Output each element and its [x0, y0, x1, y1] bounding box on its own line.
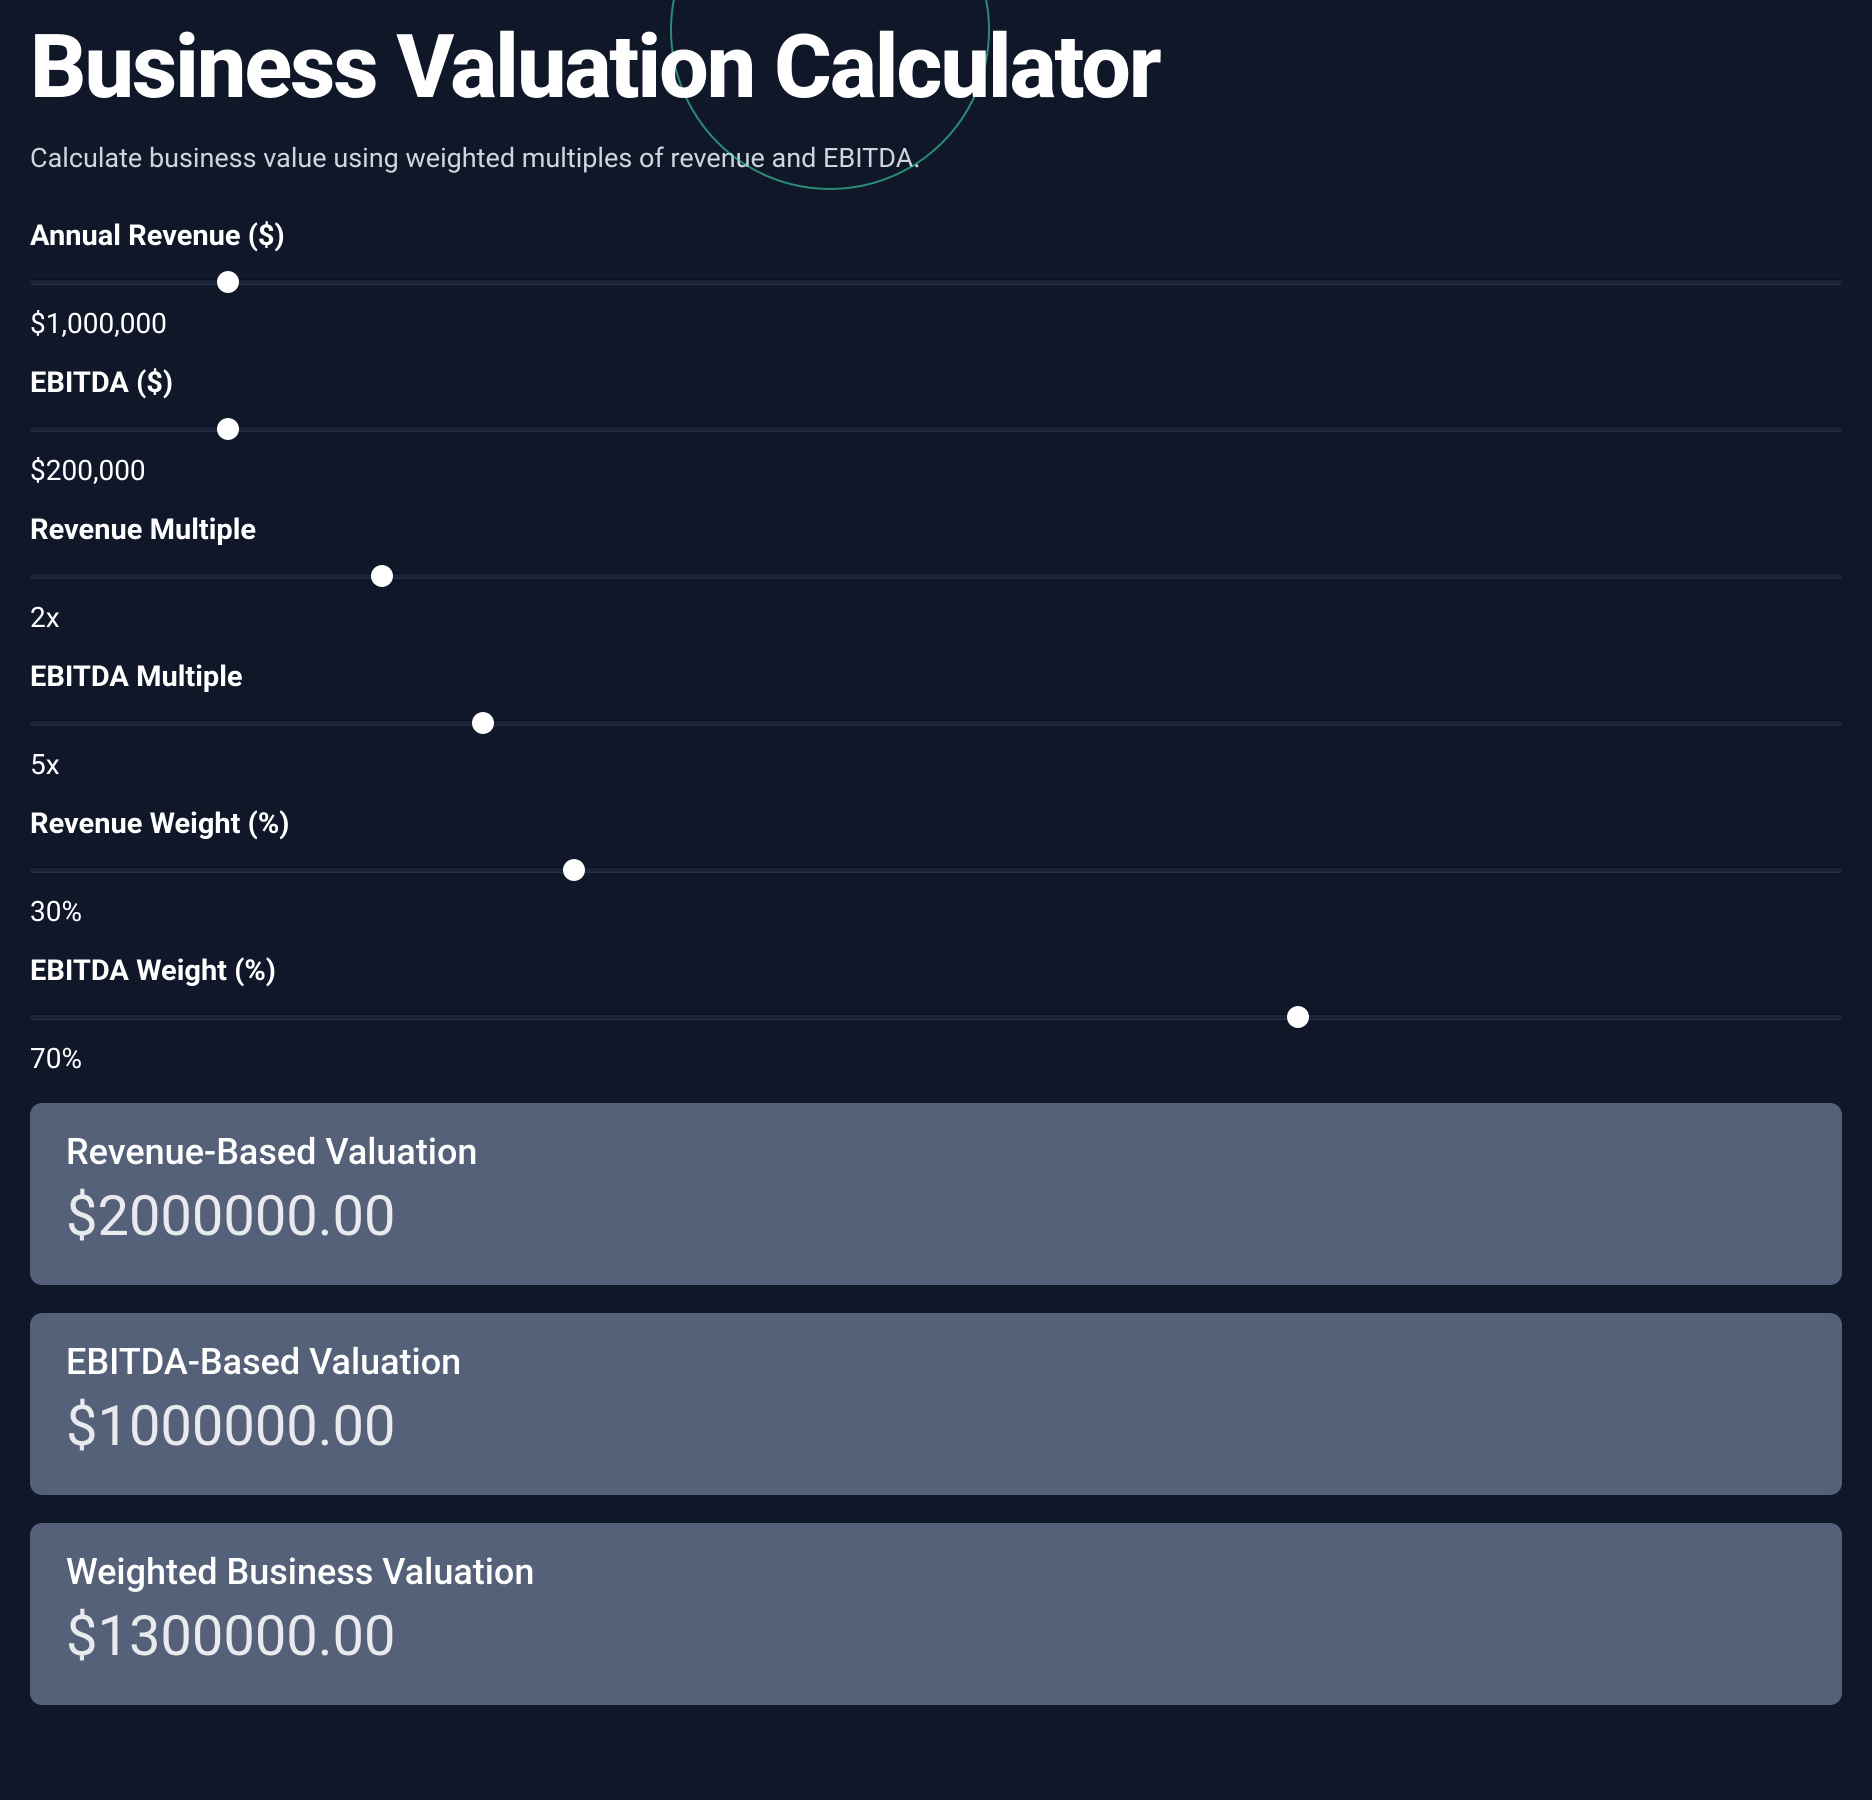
revenue-multiple-label: Revenue Multiple — [30, 513, 1842, 547]
slider-track — [30, 1014, 1842, 1020]
slider-track — [30, 573, 1842, 579]
revenue-multiple-group: Revenue Multiple 2x — [30, 513, 1842, 634]
ebitda-based-valuation-value: $1000000.00 — [66, 1393, 1806, 1459]
revenue-based-valuation-value: $2000000.00 — [66, 1183, 1806, 1249]
slider-track — [30, 426, 1842, 432]
slider-track — [30, 279, 1842, 285]
revenue-weight-value: 30% — [30, 895, 1842, 928]
slider-track — [30, 867, 1842, 873]
revenue-multiple-slider[interactable] — [30, 565, 1842, 587]
ebitda-value: $200,000 — [30, 454, 1842, 487]
revenue-based-valuation-card: Revenue-Based Valuation $2000000.00 — [30, 1103, 1842, 1285]
ebitda-group: EBITDA ($) $200,000 — [30, 366, 1842, 487]
annual-revenue-label: Annual Revenue ($) — [30, 219, 1842, 253]
page-title: Business Valuation Calculator — [30, 20, 1842, 117]
ebitda-slider[interactable] — [30, 418, 1842, 440]
ebitda-label: EBITDA ($) — [30, 366, 1842, 400]
page-description: Calculate business value using weighted … — [30, 142, 1842, 174]
slider-thumb[interactable] — [563, 859, 585, 881]
revenue-weight-slider[interactable] — [30, 859, 1842, 881]
ebitda-weight-group: EBITDA Weight (%) 70% — [30, 954, 1842, 1075]
slider-thumb[interactable] — [217, 418, 239, 440]
revenue-weight-group: Revenue Weight (%) 30% — [30, 807, 1842, 928]
annual-revenue-slider[interactable] — [30, 271, 1842, 293]
ebitda-weight-value: 70% — [30, 1042, 1842, 1075]
revenue-weight-label: Revenue Weight (%) — [30, 807, 1842, 841]
ebitda-weight-label: EBITDA Weight (%) — [30, 954, 1842, 988]
slider-thumb[interactable] — [472, 712, 494, 734]
slider-thumb[interactable] — [371, 565, 393, 587]
annual-revenue-value: $1,000,000 — [30, 307, 1842, 340]
ebitda-multiple-slider[interactable] — [30, 712, 1842, 734]
ebitda-multiple-value: 5x — [30, 748, 1842, 781]
revenue-based-valuation-label: Revenue-Based Valuation — [66, 1131, 1806, 1173]
revenue-multiple-value: 2x — [30, 601, 1842, 634]
slider-thumb[interactable] — [1287, 1006, 1309, 1028]
ebitda-weight-slider[interactable] — [30, 1006, 1842, 1028]
ebitda-multiple-group: EBITDA Multiple 5x — [30, 660, 1842, 781]
weighted-valuation-card: Weighted Business Valuation $1300000.00 — [30, 1523, 1842, 1705]
slider-track — [30, 720, 1842, 726]
ebitda-based-valuation-card: EBITDA-Based Valuation $1000000.00 — [30, 1313, 1842, 1495]
weighted-valuation-label: Weighted Business Valuation — [66, 1551, 1806, 1593]
slider-thumb[interactable] — [217, 271, 239, 293]
annual-revenue-group: Annual Revenue ($) $1,000,000 — [30, 219, 1842, 340]
ebitda-based-valuation-label: EBITDA-Based Valuation — [66, 1341, 1806, 1383]
weighted-valuation-value: $1300000.00 — [66, 1603, 1806, 1669]
ebitda-multiple-label: EBITDA Multiple — [30, 660, 1842, 694]
